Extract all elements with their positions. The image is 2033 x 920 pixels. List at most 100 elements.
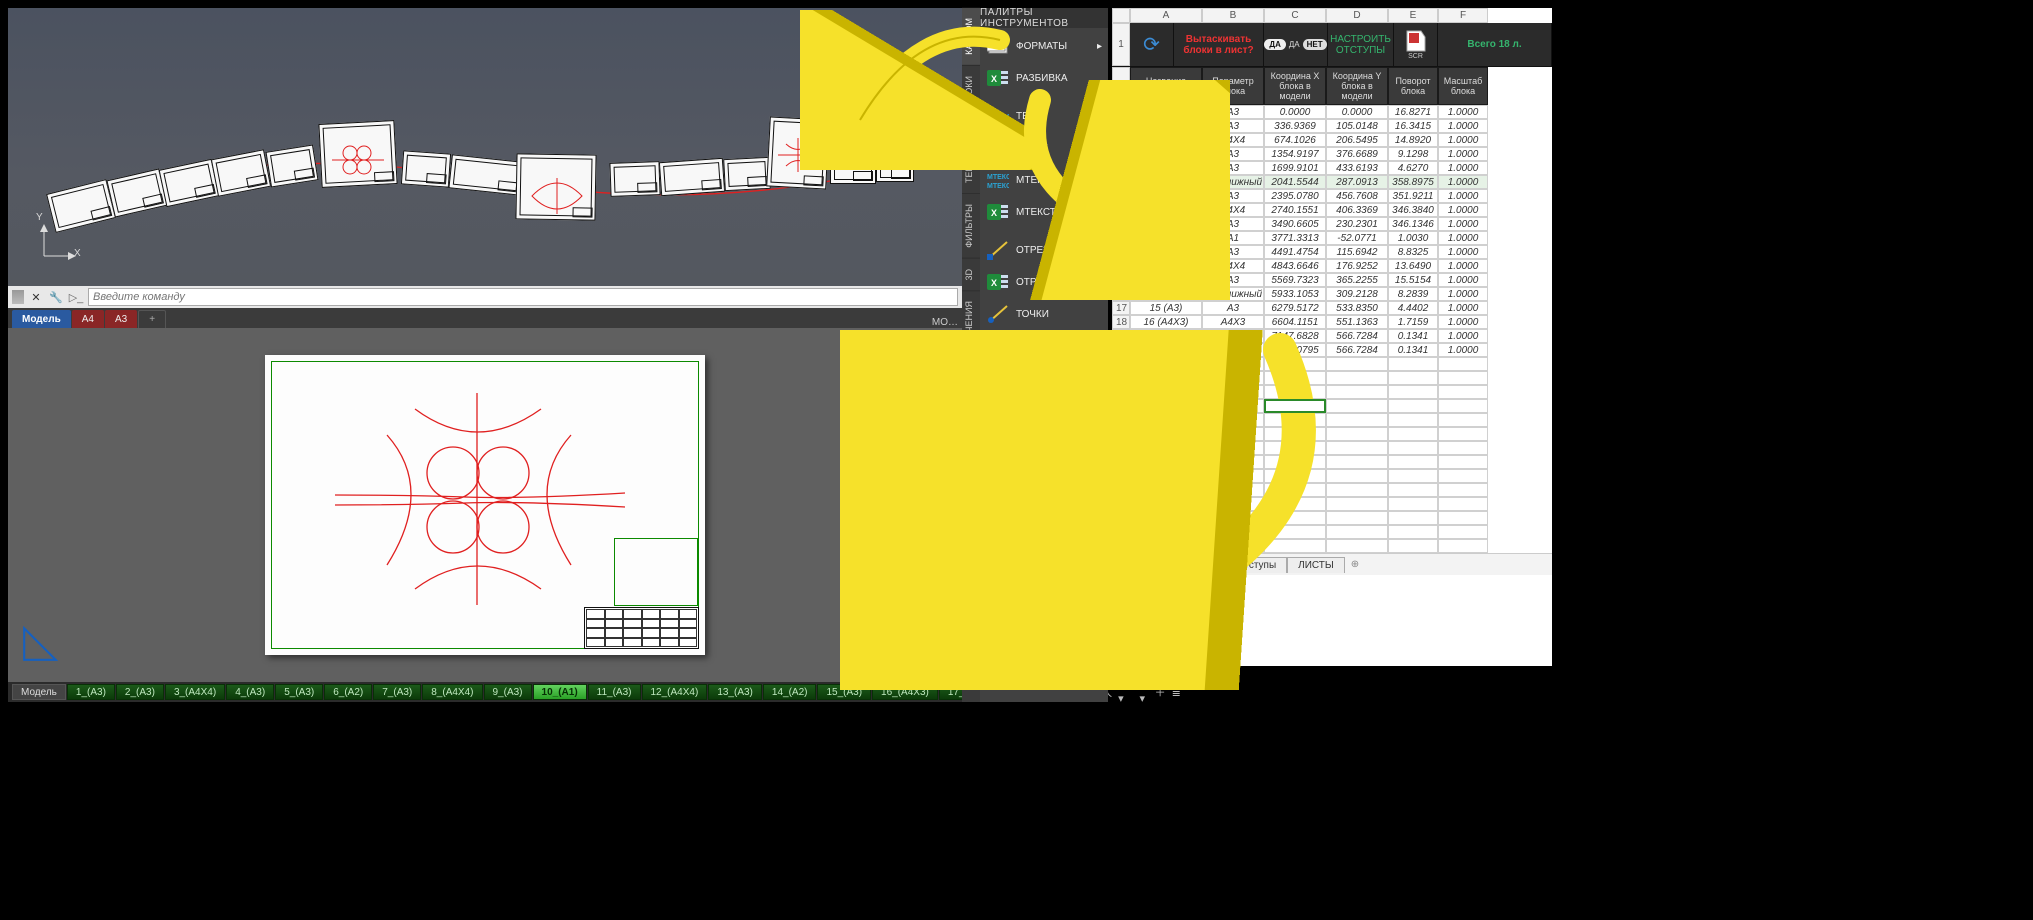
cell[interactable]	[1326, 371, 1388, 385]
cell[interactable]: 7147.6828	[1264, 329, 1326, 343]
spreadsheet-data-grid[interactable]: 31 (А3)А30.00000.000016.82711.000042 (А3…	[1112, 105, 1552, 553]
cell[interactable]: 4 (А3)	[1130, 147, 1202, 161]
cell[interactable]	[1326, 385, 1388, 399]
yes-button[interactable]: ДА	[1264, 39, 1285, 50]
row-number[interactable]: 30	[1112, 483, 1130, 497]
cell[interactable]: А2 книжный	[1202, 175, 1264, 189]
cell[interactable]	[1202, 455, 1264, 469]
cell[interactable]	[1130, 385, 1202, 399]
cell[interactable]: А4Х4	[1202, 259, 1264, 273]
cell[interactable]	[1438, 455, 1488, 469]
cell[interactable]: 16 (А4Х3)	[1130, 315, 1202, 329]
cell[interactable]	[1202, 427, 1264, 441]
cad-tab[interactable]: A3	[105, 310, 137, 328]
cell[interactable]: А3	[1202, 301, 1264, 315]
row-number[interactable]: 12	[1112, 231, 1130, 245]
cell[interactable]	[1264, 399, 1326, 413]
cell[interactable]: 346.3840	[1388, 203, 1438, 217]
layout-tab[interactable]: 6_(А2)	[324, 684, 372, 700]
cell[interactable]	[1202, 357, 1264, 371]
row-number[interactable]: 28	[1112, 455, 1130, 469]
cell[interactable]	[1202, 469, 1264, 483]
cell[interactable]	[1388, 427, 1438, 441]
cell[interactable]: 15.5154	[1388, 273, 1438, 287]
cell[interactable]	[1388, 483, 1438, 497]
cell[interactable]: 309.2128	[1326, 287, 1388, 301]
row-number[interactable]: 14	[1112, 259, 1130, 273]
cell[interactable]: 365.2255	[1326, 273, 1388, 287]
cell[interactable]: 1.0000	[1438, 287, 1488, 301]
row-number[interactable]: 22	[1112, 371, 1130, 385]
palette-item[interactable]: КРУГИ …	[982, 464, 1106, 496]
cell[interactable]: 14.8920	[1388, 133, 1438, 147]
no-button[interactable]: НЕТ	[1303, 39, 1327, 50]
cell[interactable]: 287.0913	[1326, 175, 1388, 189]
close-icon[interactable]: ✕	[28, 289, 44, 305]
cell[interactable]: 533.8350	[1326, 301, 1388, 315]
cell[interactable]	[1264, 539, 1326, 553]
sheet-add-button[interactable]: ⊕	[1345, 557, 1365, 572]
cell[interactable]	[1130, 455, 1202, 469]
cell[interactable]	[1388, 399, 1438, 413]
palette-side-tab[interactable]: ДИН.БЛОКИ	[962, 66, 980, 139]
cell[interactable]: 376.6689	[1326, 147, 1388, 161]
cell[interactable]	[1264, 371, 1326, 385]
cell[interactable]: 206.5495	[1326, 133, 1388, 147]
row-number[interactable]: 32	[1112, 511, 1130, 525]
cell[interactable]: 176.9252	[1326, 259, 1388, 273]
row-number[interactable]: 21	[1112, 357, 1130, 371]
cell[interactable]	[1202, 483, 1264, 497]
cell[interactable]	[1202, 525, 1264, 539]
layout-tab[interactable]: 10_(А1)	[533, 684, 587, 700]
select-all-corner[interactable]	[1112, 8, 1130, 23]
cell[interactable]: 1.0000	[1438, 273, 1488, 287]
cell[interactable]	[1130, 273, 1202, 287]
cell[interactable]: 8 (А4Х4)	[1130, 203, 1202, 217]
cell[interactable]: -52.0771	[1326, 231, 1388, 245]
cell[interactable]: 6279.5172	[1264, 301, 1326, 315]
cell[interactable]	[1388, 539, 1438, 553]
cell[interactable]: 18 (А4)	[1130, 343, 1202, 357]
status-icon[interactable]: 1:1 ▾	[1118, 680, 1133, 705]
cell[interactable]	[1202, 539, 1264, 553]
cell[interactable]: 9 (А3)	[1130, 217, 1202, 231]
cell[interactable]	[1388, 497, 1438, 511]
row-number[interactable]: 27	[1112, 441, 1130, 455]
cell[interactable]	[1130, 427, 1202, 441]
column-header[interactable]: A	[1130, 8, 1202, 23]
cell[interactable]	[1438, 441, 1488, 455]
cell[interactable]	[1202, 497, 1264, 511]
cell[interactable]: 1.0000	[1438, 315, 1488, 329]
cell[interactable]: 1.7159	[1388, 315, 1438, 329]
cell[interactable]: 4.4402	[1388, 301, 1438, 315]
cell[interactable]: 1.0000	[1438, 217, 1488, 231]
cell[interactable]: 346.1346	[1388, 217, 1438, 231]
cell[interactable]: А3	[1202, 217, 1264, 231]
column-header[interactable]: D	[1326, 8, 1388, 23]
cell[interactable]: 1.0000	[1438, 105, 1488, 119]
cell[interactable]: А3	[1202, 161, 1264, 175]
cell[interactable]: 4491.4754	[1264, 245, 1326, 259]
cell[interactable]: 0.0000	[1326, 105, 1388, 119]
cell[interactable]: 9.1298	[1388, 147, 1438, 161]
cell[interactable]	[1388, 371, 1438, 385]
cell[interactable]: 2 (А3)	[1130, 119, 1202, 133]
cell[interactable]	[1326, 441, 1388, 455]
layout-tab[interactable]: 9_(А3)	[484, 684, 532, 700]
cell[interactable]	[1388, 469, 1438, 483]
cad-paper-viewport[interactable]	[8, 328, 962, 682]
status-icon[interactable]: ✿ ▾	[1139, 679, 1148, 705]
cell[interactable]: 433.6193	[1326, 161, 1388, 175]
cell[interactable]: 674.1026	[1264, 133, 1326, 147]
cad-tab-add[interactable]: +	[138, 310, 166, 328]
layout-tab[interactable]: 16_(А4Х3)	[872, 684, 938, 700]
cell[interactable]: А4Х3	[1202, 315, 1264, 329]
cell[interactable]	[1438, 357, 1488, 371]
cell[interactable]	[1326, 357, 1388, 371]
palette-side-tab[interactable]: 3D	[962, 259, 980, 292]
layout-tab[interactable]: 12_(А4Х4)	[642, 684, 708, 700]
cell[interactable]	[1326, 455, 1388, 469]
cell[interactable]	[1264, 497, 1326, 511]
cell[interactable]	[1130, 441, 1202, 455]
palette-item[interactable]: МТЕКСТМТЕКСТМТЕКСТ	[982, 164, 1106, 196]
